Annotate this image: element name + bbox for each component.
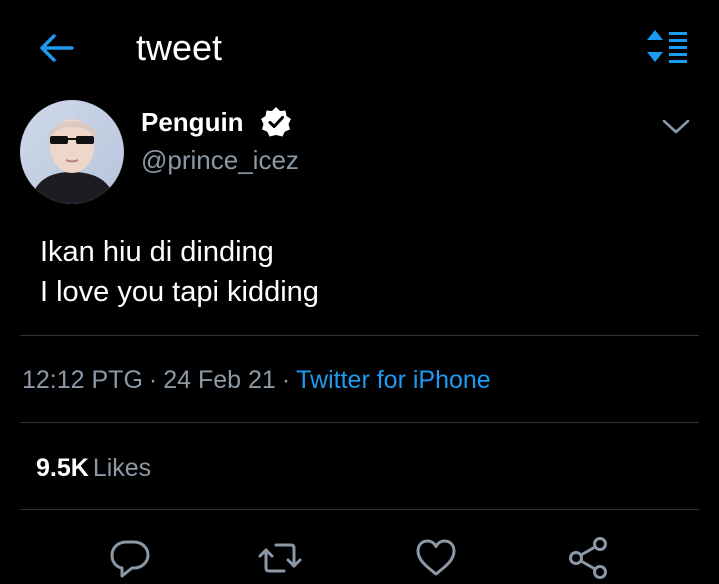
author-handle[interactable]: @prince_icez (141, 142, 299, 178)
page-title: tweet (136, 27, 223, 68)
reply-icon[interactable] (108, 536, 152, 580)
likes-label: Likes (92, 454, 152, 482)
divider (20, 422, 699, 423)
likes-stat[interactable]: 9.5K Likes (36, 450, 151, 486)
tweet-text-line: Ikan hiu di dinding (40, 236, 274, 268)
tweet-meta: 12:12 PTG · 24 Feb 21 · Twitter for iPhone (22, 362, 491, 398)
back-arrow-icon[interactable] (36, 28, 76, 68)
likes-count: 9.5K (36, 454, 89, 482)
meta-separator: · (148, 366, 158, 394)
tweet-source-link[interactable]: Twitter for iPhone (296, 366, 491, 394)
share-icon[interactable] (566, 536, 610, 580)
divider (20, 335, 699, 336)
like-icon[interactable] (414, 536, 458, 580)
meta-separator: · (281, 366, 291, 394)
sort-icon[interactable] (645, 26, 689, 66)
verified-badge-icon (260, 107, 291, 137)
avatar[interactable] (20, 100, 124, 204)
author-name[interactable]: Penguin (141, 104, 244, 140)
tweet-text-line: I love you tapi kidding (40, 276, 319, 308)
tweet-date: 24 Feb 21 (163, 366, 276, 394)
tweet-time: 12:12 PTG (22, 366, 143, 394)
retweet-icon[interactable] (258, 536, 302, 580)
chevron-down-icon[interactable] (660, 112, 692, 140)
divider (20, 509, 699, 510)
avatar-image (20, 100, 124, 204)
author-name-row[interactable]: Penguin (141, 104, 292, 140)
top-bar: tweet (0, 0, 719, 96)
tweet-text: Ikan hiu di dinding I love you tapi kidd… (40, 232, 319, 312)
